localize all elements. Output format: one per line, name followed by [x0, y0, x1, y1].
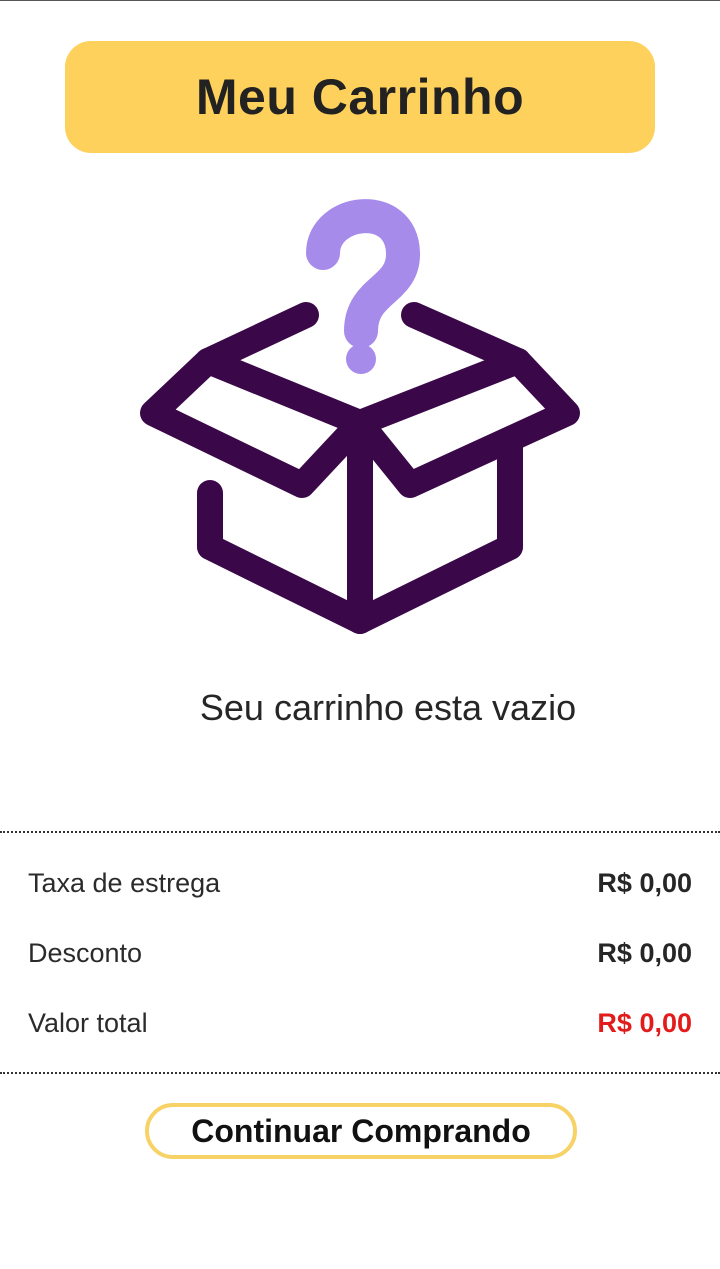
page-header: Meu Carrinho — [65, 41, 655, 153]
summary-row-total: Valor total R$ 0,00 — [28, 1003, 692, 1043]
cart-screen: Meu Carrinho Seu carrinho esta vazio Tax… — [0, 0, 720, 1269]
total-label: Valor total — [28, 1007, 148, 1038]
continue-shopping-button[interactable]: Continuar Comprando — [145, 1103, 577, 1159]
empty-cart-message: Seu carrinho esta vazio — [199, 687, 577, 728]
summary-divider-bottom — [0, 1072, 720, 1074]
page-title: Meu Carrinho — [195, 69, 525, 125]
delivery-fee-label: Taxa de estrega — [28, 867, 221, 898]
summary-divider-top — [0, 831, 720, 833]
summary-row-discount: Desconto R$ 0,00 — [28, 933, 692, 973]
summary-row-delivery-fee: Taxa de estrega R$ 0,00 — [28, 863, 692, 903]
delivery-fee-value: R$ 0,00 — [597, 867, 692, 898]
total-value: R$ 0,00 — [597, 1007, 692, 1038]
empty-box-question-icon — [140, 191, 580, 637]
question-mark-icon — [306, 199, 420, 374]
discount-label: Desconto — [28, 937, 143, 968]
discount-value: R$ 0,00 — [597, 937, 692, 968]
